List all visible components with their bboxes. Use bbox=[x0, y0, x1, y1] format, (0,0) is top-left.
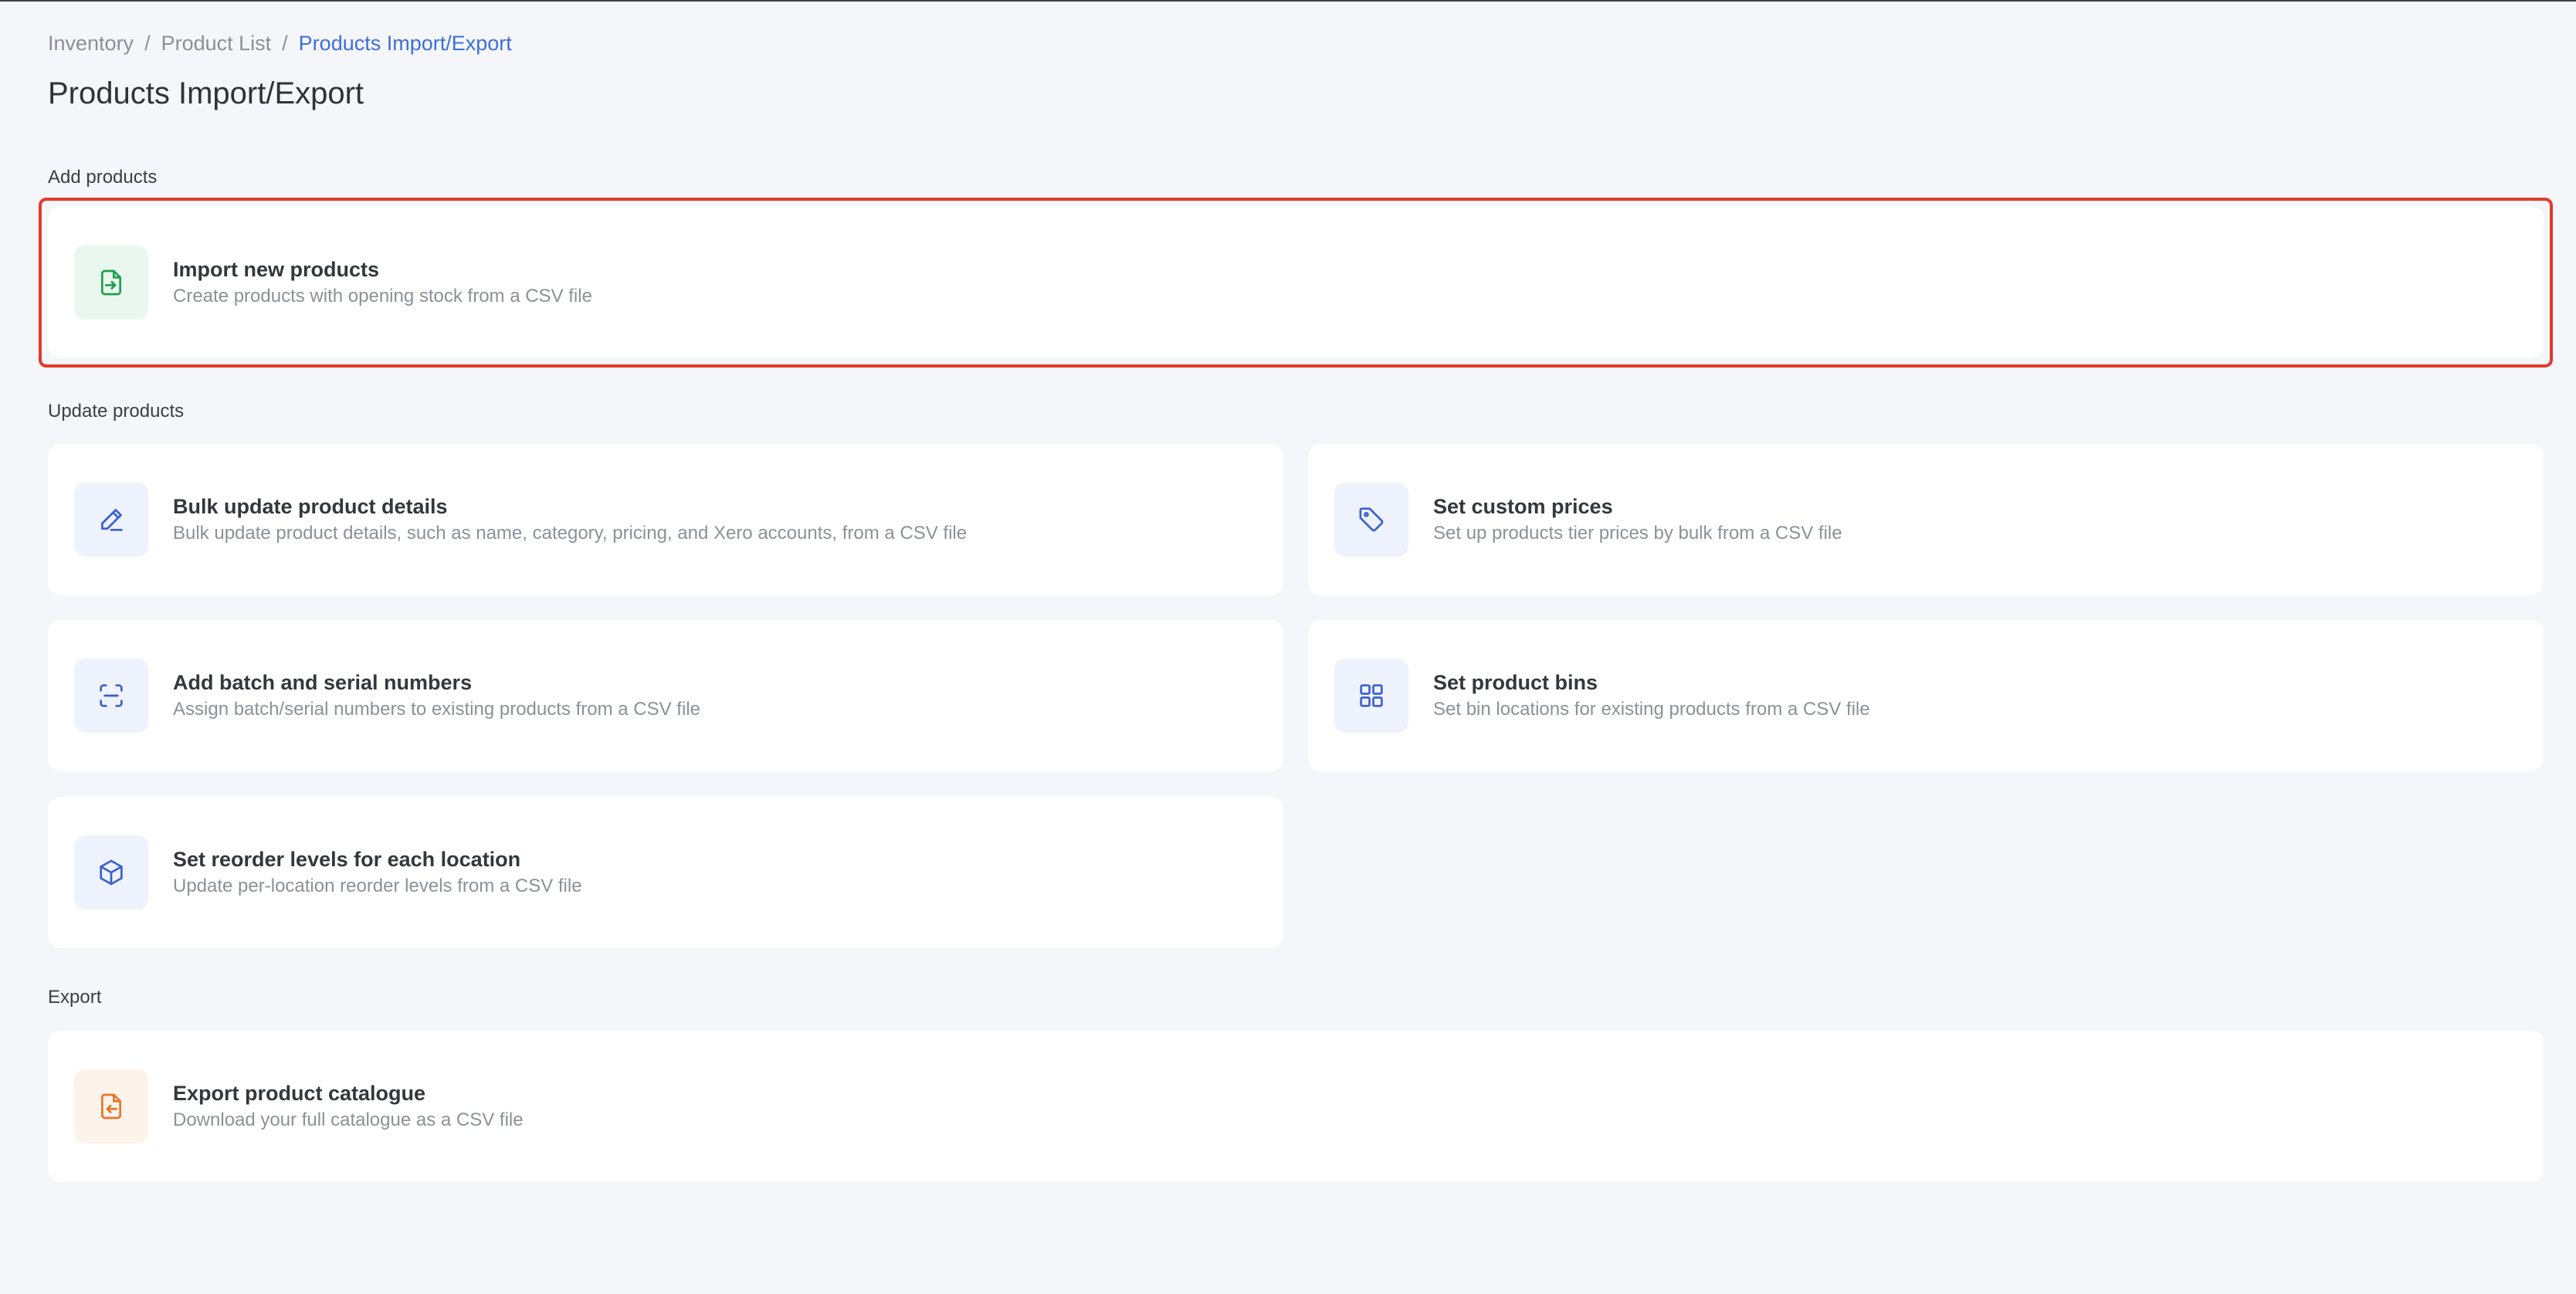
card-title: Export product catalogue bbox=[173, 1082, 426, 1105]
section-label-export: Export bbox=[48, 987, 102, 1008]
card-title: Set product bins bbox=[1433, 671, 1598, 694]
card-description: Set up products tier prices by bulk from… bbox=[1433, 523, 1842, 544]
card-title: Set custom prices bbox=[1433, 495, 1613, 518]
breadcrumb: Inventory / Product List / Products Impo… bbox=[48, 31, 512, 56]
card-description: Assign batch/serial numbers to existing … bbox=[173, 699, 700, 720]
card-description: Create products with opening stock from … bbox=[173, 286, 592, 307]
breadcrumb-current: Products Import/Export bbox=[298, 32, 512, 55]
card-title: Bulk update product details bbox=[173, 495, 448, 518]
page-title: Products Import/Export bbox=[48, 76, 364, 110]
file-export-icon bbox=[74, 1069, 148, 1143]
bulk-update-card[interactable]: Bulk update product details Bulk update … bbox=[48, 444, 1283, 595]
card-title: Add batch and serial numbers bbox=[173, 671, 473, 694]
reorder-levels-card[interactable]: Set reorder levels for each location Upd… bbox=[48, 797, 1283, 948]
card-description: Bulk update product details, such as nam… bbox=[173, 523, 968, 544]
import-new-products-card[interactable]: Import new products Create products with… bbox=[48, 207, 2544, 358]
card-description: Download your full catalogue as a CSV fi… bbox=[173, 1109, 524, 1130]
card-description: Set bin locations for existing products … bbox=[1433, 699, 1870, 720]
section-label-update-products: Update products bbox=[48, 401, 185, 422]
card-description: Update per-location reorder levels from … bbox=[173, 876, 582, 896]
export-catalogue-card[interactable]: Export product catalogue Download your f… bbox=[48, 1031, 2544, 1182]
grid-icon bbox=[1334, 659, 1408, 733]
scan-icon bbox=[74, 659, 148, 733]
breadcrumb-product-list[interactable]: Product List bbox=[161, 31, 272, 56]
breadcrumb-separator: / bbox=[144, 32, 151, 55]
card-title: Set reorder levels for each location bbox=[173, 848, 521, 871]
tag-icon bbox=[1334, 483, 1408, 557]
set-custom-prices-card[interactable]: Set custom prices Set up products tier p… bbox=[1308, 444, 2544, 595]
breadcrumb-inventory[interactable]: Inventory bbox=[48, 31, 134, 56]
set-product-bins-card[interactable]: Set product bins Set bin locations for e… bbox=[1308, 620, 2544, 771]
pencil-icon bbox=[74, 483, 148, 557]
breadcrumb-separator: / bbox=[282, 32, 288, 55]
batch-serial-card[interactable]: Add batch and serial numbers Assign batc… bbox=[48, 620, 1283, 771]
section-label-add-products: Add products bbox=[48, 167, 158, 188]
card-title: Import new products bbox=[173, 258, 380, 281]
file-import-icon bbox=[74, 246, 148, 320]
box-icon bbox=[74, 835, 148, 910]
